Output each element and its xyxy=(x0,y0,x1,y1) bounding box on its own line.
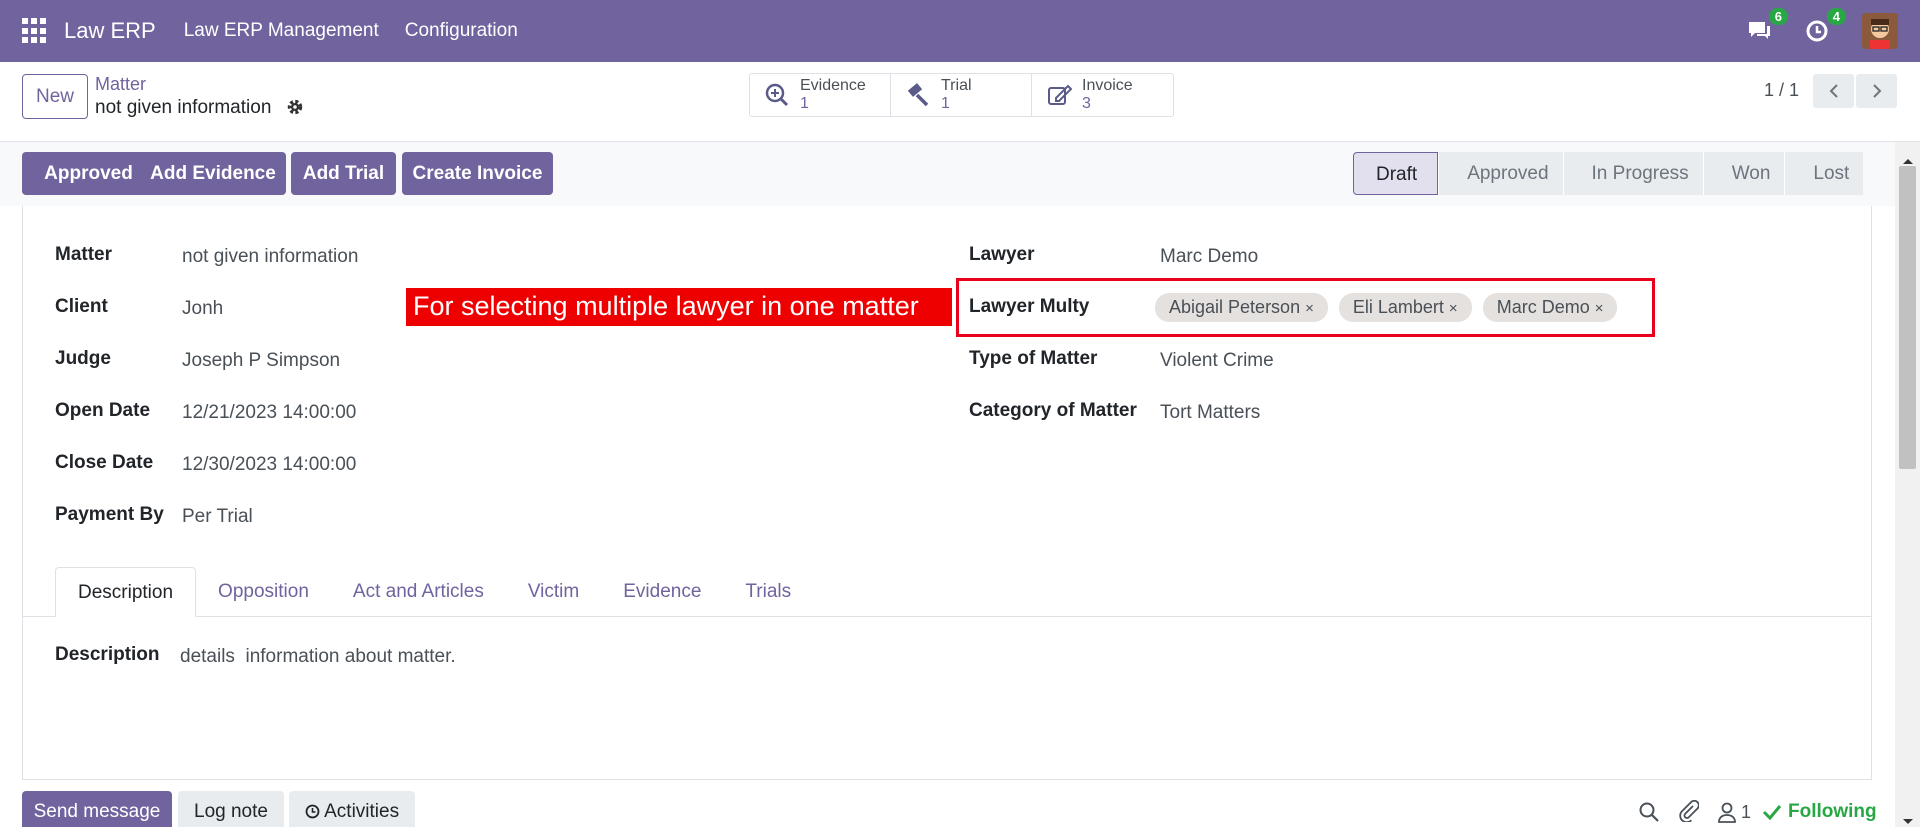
log-note-button[interactable]: Log note xyxy=(178,791,284,827)
trial-label: Trial xyxy=(941,77,972,94)
open-date-label: Open Date xyxy=(55,400,151,421)
activities-chatter-label: Activities xyxy=(324,801,400,822)
create-invoice-button[interactable]: Create Invoice xyxy=(402,152,553,195)
client-field[interactable]: Jonh xyxy=(182,298,223,320)
highlight-box xyxy=(956,278,1655,337)
user-icon xyxy=(1718,802,1736,823)
send-message-button[interactable]: Send message xyxy=(22,791,172,827)
gavel-icon xyxy=(907,83,929,107)
app-brand[interactable]: Law ERP xyxy=(64,18,156,44)
user-avatar[interactable] xyxy=(1862,13,1898,49)
tab-act-and-articles[interactable]: Act and Articles xyxy=(331,567,506,617)
close-date-label: Close Date xyxy=(55,452,154,473)
lawyer-field[interactable]: Marc Demo xyxy=(1160,246,1258,268)
lawyer-label: Lawyer xyxy=(969,244,1035,265)
messages-button[interactable]: 6 xyxy=(1746,8,1788,44)
scroll-down-icon[interactable] xyxy=(1902,810,1914,827)
clock-icon xyxy=(1806,20,1828,42)
trial-count: 1 xyxy=(941,95,950,112)
form-statusbar: Approved Add Evidence Add Trial Create I… xyxy=(0,142,1895,206)
pager-previous-button[interactable] xyxy=(1813,74,1854,108)
activities-chatter-button[interactable]: Activities xyxy=(289,791,415,827)
close-date-field[interactable]: 12/30/2023 14:00:00 xyxy=(182,454,356,476)
control-panel: New Matter not given information Evidenc… xyxy=(0,62,1920,142)
tab-victim[interactable]: Victim xyxy=(506,567,601,617)
tab-opposition[interactable]: Opposition xyxy=(196,567,331,617)
chat-icon xyxy=(1749,22,1770,39)
smart-buttons: Evidence 1 Trial 1 Invoice 3 xyxy=(749,73,1174,117)
stage-pipeline: Draft Approved In Progress Won Lost xyxy=(1353,152,1864,195)
chevron-left-icon xyxy=(1829,84,1838,98)
invoice-count: 3 xyxy=(1082,95,1091,112)
invoice-smart-button[interactable]: Invoice 3 xyxy=(1032,74,1173,116)
messages-badge: 6 xyxy=(1768,8,1788,25)
matter-label: Matter xyxy=(55,244,113,265)
add-evidence-button[interactable]: Add Evidence xyxy=(140,152,286,195)
type-of-matter-field[interactable]: Violent Crime xyxy=(1160,350,1274,372)
stage-draft[interactable]: Draft xyxy=(1353,152,1439,195)
edit-icon xyxy=(1048,84,1072,105)
notebook-tabs: Description Opposition Act and Articles … xyxy=(55,567,813,617)
evidence-count: 1 xyxy=(800,95,809,112)
judge-label: Judge xyxy=(55,348,111,369)
search-plus-icon xyxy=(765,83,789,107)
new-button[interactable]: New xyxy=(22,74,88,119)
description-label: Description xyxy=(55,644,160,665)
add-trial-button[interactable]: Add Trial xyxy=(291,152,396,195)
followers-count: 1 xyxy=(1741,801,1752,822)
following-button[interactable]: Following xyxy=(1762,801,1877,823)
invoice-label: Invoice xyxy=(1082,77,1133,94)
description-field[interactable]: details information about matter. xyxy=(180,646,456,668)
open-date-field[interactable]: 12/21/2023 14:00:00 xyxy=(182,402,356,424)
pager-next-button[interactable] xyxy=(1856,74,1897,108)
stage-approved[interactable]: Approved xyxy=(1438,152,1563,195)
apps-menu-icon[interactable] xyxy=(22,18,48,44)
followers-button[interactable]: 1 xyxy=(1717,801,1751,823)
judge-field[interactable]: Joseph P Simpson xyxy=(182,350,340,372)
annotation-callout: For selecting multiple lawyer in one mat… xyxy=(406,288,952,326)
tab-description[interactable]: Description xyxy=(55,567,197,617)
attachment-icon[interactable] xyxy=(1677,799,1700,827)
search-icon[interactable] xyxy=(1638,801,1660,827)
stage-lost[interactable]: Lost xyxy=(1784,152,1864,195)
tab-trials[interactable]: Trials xyxy=(723,567,813,617)
chevron-right-icon xyxy=(1872,84,1881,98)
client-label: Client xyxy=(55,296,108,317)
trial-smart-button[interactable]: Trial 1 xyxy=(891,74,1032,116)
pager-value[interactable]: 1 / 1 xyxy=(1764,80,1799,101)
clock-icon xyxy=(305,804,320,819)
breadcrumb-parent[interactable]: Matter xyxy=(95,74,146,95)
evidence-label: Evidence xyxy=(800,77,866,94)
category-of-matter-field[interactable]: Tort Matters xyxy=(1160,402,1260,424)
activities-button[interactable]: 4 xyxy=(1804,8,1846,44)
tab-evidence[interactable]: Evidence xyxy=(601,567,723,617)
breadcrumb-current: not given information xyxy=(95,97,272,118)
menu-configuration[interactable]: Configuration xyxy=(405,20,518,42)
check-icon xyxy=(1762,805,1782,821)
scroll-thumb[interactable] xyxy=(1899,166,1916,469)
top-navbar: Law ERP Law ERP Management Configuration… xyxy=(0,0,1920,62)
type-of-matter-label: Type of Matter xyxy=(969,348,1098,369)
following-label: Following xyxy=(1788,801,1877,822)
matter-field[interactable]: not given information xyxy=(182,246,358,268)
stage-won[interactable]: Won xyxy=(1702,152,1785,195)
approved-button[interactable]: Approved xyxy=(22,152,155,195)
category-of-matter-label: Category of Matter xyxy=(969,400,1137,421)
payment-by-label: Payment By xyxy=(55,504,164,525)
menu-law-erp-management[interactable]: Law ERP Management xyxy=(184,20,379,42)
gear-icon[interactable] xyxy=(286,98,304,121)
payment-by-field[interactable]: Per Trial xyxy=(182,506,253,528)
evidence-smart-button[interactable]: Evidence 1 xyxy=(750,74,891,116)
stage-in-progress[interactable]: In Progress xyxy=(1562,152,1703,195)
activities-badge: 4 xyxy=(1826,8,1846,25)
